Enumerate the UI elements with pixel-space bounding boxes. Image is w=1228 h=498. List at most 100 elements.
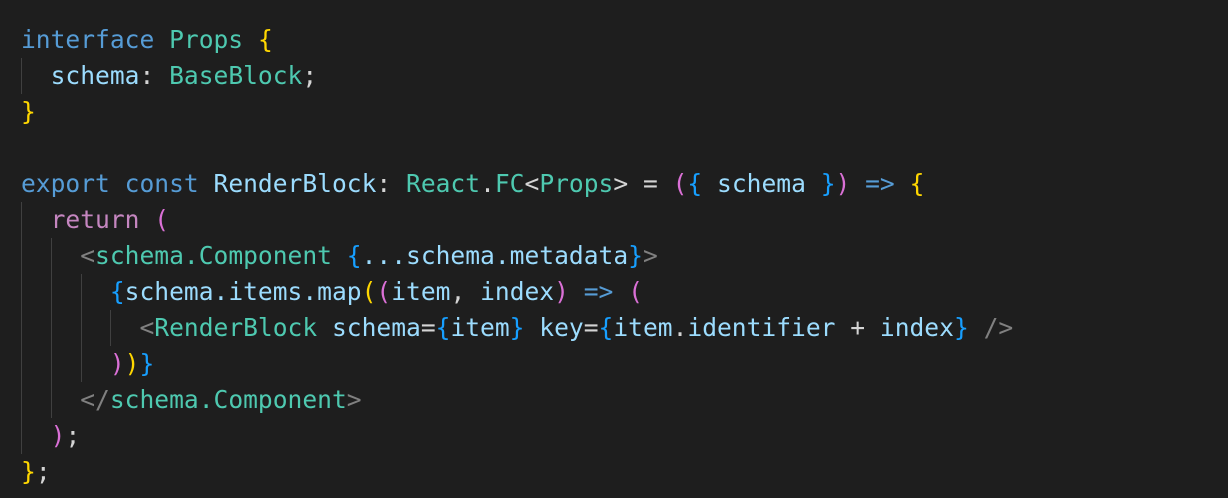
property-schema: schema	[50, 61, 140, 90]
dot: .	[213, 277, 229, 306]
semicolon: ;	[35, 457, 51, 486]
colon: :	[139, 61, 170, 90]
comma: ,	[450, 277, 481, 306]
code-line-9[interactable]: <RenderBlock schema={item} key={item.ide…	[21, 310, 1013, 346]
param-item: item	[391, 277, 451, 306]
tag-open: <	[139, 313, 155, 342]
code-line-12[interactable]: );	[21, 418, 81, 454]
assign: =	[628, 169, 673, 198]
equals: =	[583, 313, 599, 342]
semicolon: ;	[302, 61, 318, 90]
semicolon: ;	[65, 421, 81, 450]
dot: .	[302, 277, 318, 306]
tag-close-open: </	[80, 385, 110, 414]
plus: +	[835, 313, 880, 342]
dot: .	[494, 241, 510, 270]
code-line-1[interactable]: interface Props {	[21, 22, 273, 58]
tag-component: Component	[198, 241, 332, 270]
brace-close: }	[509, 313, 525, 342]
tag-close: >	[346, 385, 362, 414]
var-index: index	[879, 313, 954, 342]
dot: .	[480, 169, 495, 198]
prop-items: items	[228, 277, 303, 306]
colon: :	[376, 169, 407, 198]
brace-open: {	[109, 277, 125, 306]
angle-close: >	[613, 169, 629, 198]
tag-component: Component	[213, 385, 347, 414]
paren-open: (	[361, 277, 377, 306]
brace-close: }	[628, 241, 643, 270]
tag-renderblock: RenderBlock	[154, 313, 318, 342]
dot: .	[198, 385, 214, 414]
tag-open: <	[80, 241, 96, 270]
type-baseblock: BaseBlock	[169, 61, 303, 90]
code-line-13[interactable]: };	[21, 454, 51, 490]
var-item: item	[613, 313, 673, 342]
paren-close: )	[554, 277, 569, 306]
attr-key: key	[539, 313, 584, 342]
code-line-7[interactable]: <schema.Component {...schema.metadata}>	[21, 238, 658, 274]
var-item: item	[450, 313, 510, 342]
brace-close: }	[21, 97, 36, 126]
keyword-export: export	[21, 169, 110, 198]
type-props: Props	[539, 169, 614, 198]
prop-identifier: identifier	[687, 313, 836, 342]
paren-open: (	[672, 169, 688, 198]
tag-schema: schema	[95, 241, 184, 270]
attr-schema: schema	[331, 313, 421, 342]
code-line-6[interactable]: return (	[21, 202, 169, 238]
code-line-2[interactable]: schema: BaseBlock;	[21, 58, 318, 94]
type-react: React	[406, 169, 481, 198]
var-schema: schema	[406, 241, 495, 270]
arrow: =>	[865, 169, 895, 198]
paren-close: )	[50, 421, 66, 450]
var-schema: schema	[124, 277, 214, 306]
brace-open: {	[598, 313, 614, 342]
code-line-11[interactable]: </schema.Component>	[21, 382, 362, 418]
code-line-3[interactable]: }	[21, 94, 36, 130]
keyword-interface: interface	[21, 25, 155, 54]
tag-self-close: />	[983, 313, 1014, 342]
brace-open: {	[909, 169, 925, 198]
keyword-const: const	[124, 169, 199, 198]
code-line-8[interactable]: {schema.items.map((item, index) => (	[21, 274, 643, 310]
brace-open: {	[346, 241, 362, 270]
paren-close: )	[835, 169, 851, 198]
brace-open: {	[687, 169, 703, 198]
paren-close: )	[109, 349, 125, 378]
brace-close: }	[953, 313, 969, 342]
brace-open: {	[257, 25, 273, 54]
code-line-5[interactable]: export const RenderBlock: React.FC<Props…	[21, 166, 924, 202]
prop-metadata: metadata	[509, 241, 629, 270]
tag-schema: schema	[109, 385, 199, 414]
code-line-10[interactable]: ))}	[21, 346, 154, 382]
paren-open: (	[376, 277, 392, 306]
method-map: map	[317, 277, 362, 306]
param-index: index	[480, 277, 555, 306]
paren-close: )	[124, 349, 140, 378]
dot: .	[672, 313, 688, 342]
paren-open: (	[154, 205, 170, 234]
brace-close: }	[820, 169, 836, 198]
code-editor[interactable]: interface Props { schema: BaseBlock; } e…	[0, 0, 1228, 498]
identifier-renderblock: RenderBlock	[213, 169, 377, 198]
dot: .	[183, 241, 199, 270]
brace-close: }	[139, 349, 155, 378]
